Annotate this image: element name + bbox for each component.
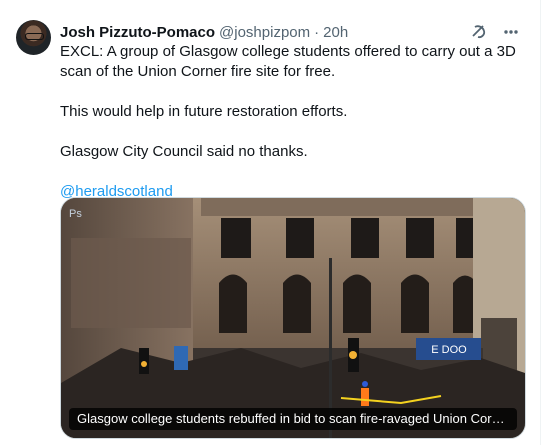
media-watermark: Ps xyxy=(69,208,82,220)
tweet-paragraph: EXCL: A group of Glasgow college student… xyxy=(60,43,516,80)
tweet-paragraph: This would help in future restoration ef… xyxy=(60,103,348,120)
media-card[interactable]: E DOO Ps Glasgow college students rebuff… xyxy=(60,197,526,439)
tweet-card: Josh Pizzuto-Pomaco @joshpizpom · 20h EX… xyxy=(0,0,541,445)
shop-sign: E DOO xyxy=(431,344,467,356)
avatar[interactable] xyxy=(16,20,51,55)
author-handle[interactable]: @joshpizpom xyxy=(219,24,310,41)
author-name[interactable]: Josh Pizzuto-Pomaco xyxy=(60,24,215,41)
tweet-actions xyxy=(470,20,520,44)
tweet-text: EXCL: A group of Glasgow college student… xyxy=(60,42,522,202)
media-caption[interactable]: Glasgow college students rebuffed in bid… xyxy=(69,408,517,430)
timestamp[interactable]: 20h xyxy=(323,24,348,41)
grok-icon[interactable] xyxy=(470,23,488,41)
tweet-header: Josh Pizzuto-Pomaco @joshpizpom · 20h xyxy=(60,20,520,44)
tweet-paragraph: Glasgow City Council said no thanks. xyxy=(60,143,308,160)
separator-dot: · xyxy=(314,23,320,41)
more-icon[interactable] xyxy=(502,23,520,41)
fire-site-photo: E DOO xyxy=(61,198,525,438)
